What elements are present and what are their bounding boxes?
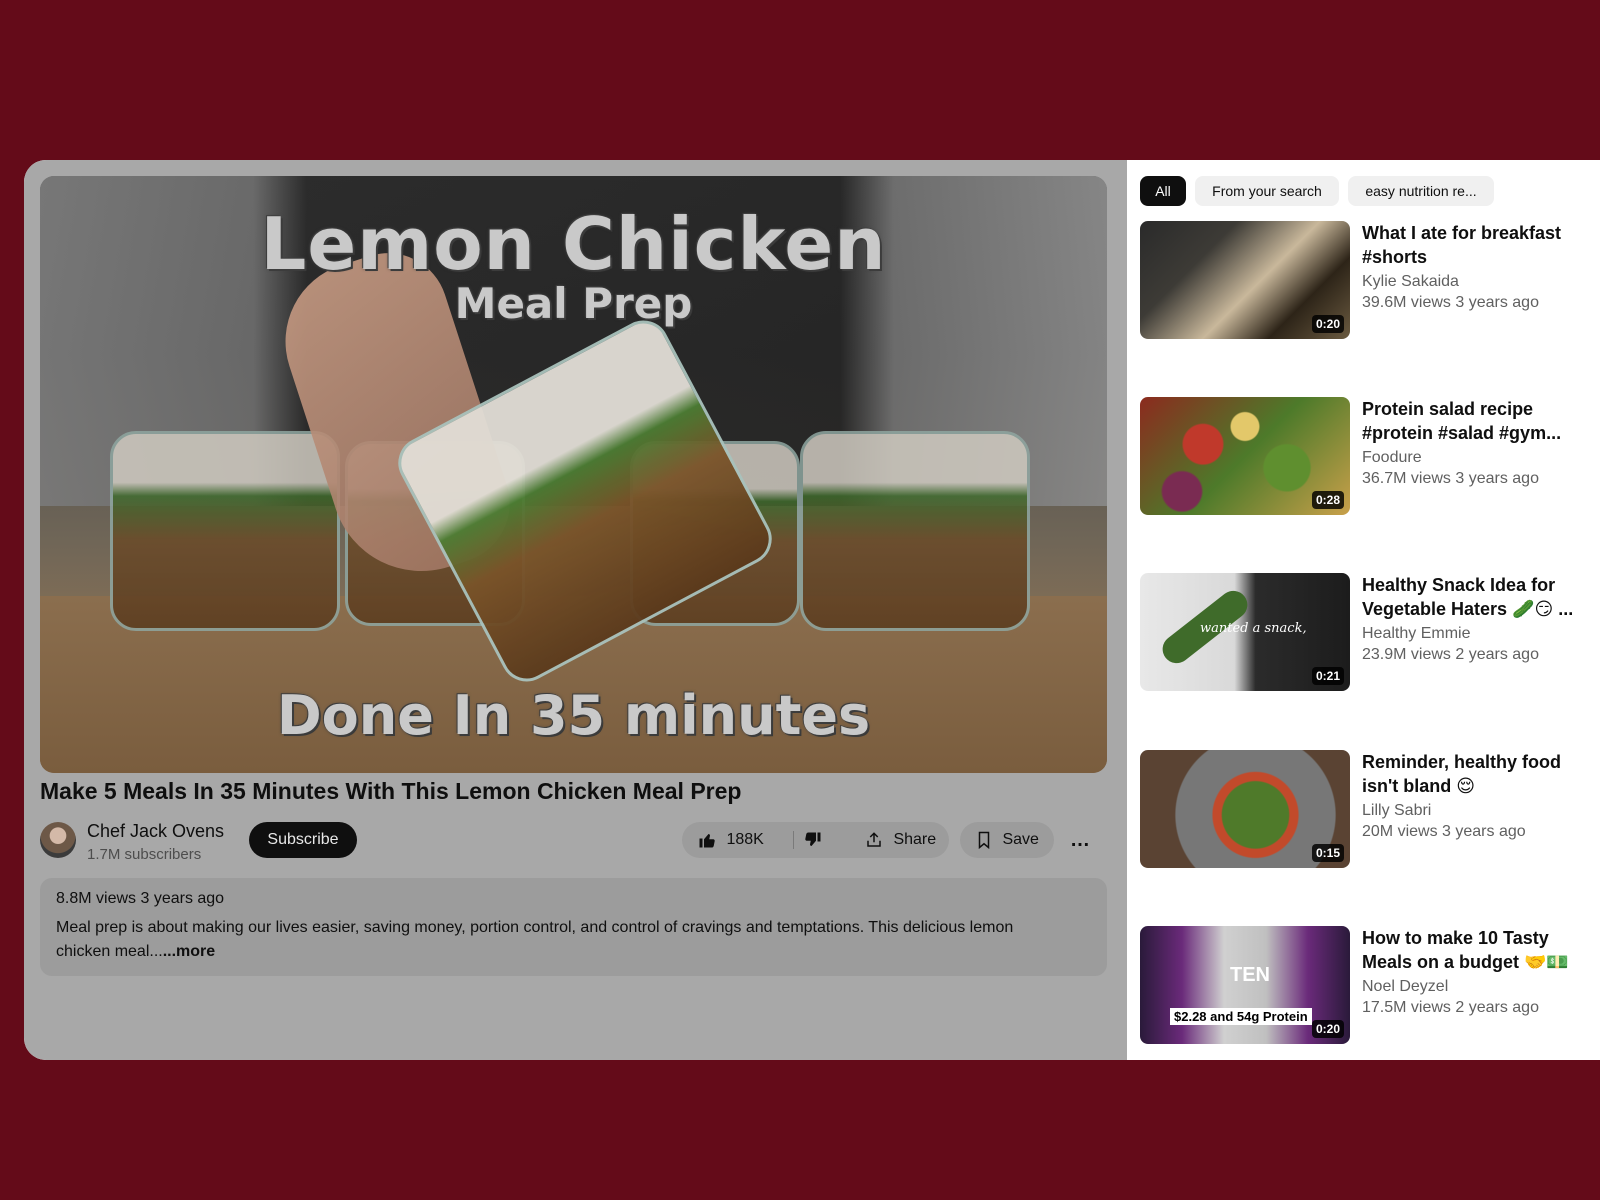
thumbs-up-icon	[698, 831, 720, 848]
recommendation-item[interactable]: 0:15 Reminder, healthy food isn't bland …	[1140, 750, 1600, 870]
meal-container	[800, 431, 1030, 631]
save-label: Save	[1002, 831, 1039, 848]
share-button[interactable]: Share	[849, 822, 949, 858]
meal-container	[110, 431, 340, 631]
recommendation-channel[interactable]: Foodure	[1362, 449, 1422, 467]
share-label: Share	[893, 831, 937, 848]
video-thumbnail[interactable]: wanted a snack, 0:21	[1140, 573, 1350, 691]
recommendation-channel[interactable]: Healthy Emmie	[1362, 625, 1470, 643]
recommendation-title[interactable]: Reminder, healthy food isn't bland 😌	[1362, 750, 1590, 798]
recommendation-meta: 39.6M views 3 years ago	[1362, 294, 1539, 311]
recommendation-meta: 20M views 3 years ago	[1362, 823, 1526, 840]
channel-avatar[interactable]	[40, 822, 76, 858]
recommendation-item[interactable]: 0:28 Protein salad recipe #protein #sala…	[1140, 397, 1600, 517]
video-player[interactable]: Lemon Chicken Meal Prep Done In 35 minut…	[40, 176, 1107, 773]
like-divider	[793, 831, 794, 849]
main-content: Lemon Chicken Meal Prep Done In 35 minut…	[24, 160, 1127, 1060]
video-title: Make 5 Meals In 35 Minutes With This Lem…	[40, 778, 742, 804]
description-text: Meal prep is about making our lives easi…	[56, 916, 1066, 964]
save-button[interactable]: Save	[960, 822, 1054, 858]
recommendation-item[interactable]: wanted a snack, 0:21 Healthy Snack Idea …	[1140, 573, 1600, 693]
overlay-subtitle: Meal Prep	[454, 279, 693, 328]
like-count: 188K	[726, 831, 764, 848]
overlay-bottom-text: Done In 35 minutes	[276, 684, 871, 747]
more-actions-button[interactable]: …	[1062, 822, 1098, 858]
owner-row: Chef Jack Ovens 1.7M subscribers Subscri…	[40, 818, 1107, 863]
description-more-link[interactable]: ...more	[163, 943, 215, 960]
thumbnail-caption: wanted a snack,	[1200, 621, 1307, 636]
description-meta: 8.8M views 3 years ago	[56, 890, 225, 907]
overlay-title: Lemon Chicken	[260, 202, 887, 286]
video-thumbnail[interactable]: 0:28	[1140, 397, 1350, 515]
duration-badge: 0:21	[1311, 667, 1344, 685]
description-box[interactable]: 8.8M views 3 years ago Meal prep is abou…	[40, 878, 1107, 976]
thumbnail-shirt-text: TEN	[1230, 964, 1270, 986]
chip-from-your-search[interactable]: From your search	[1195, 176, 1339, 206]
recommendation-title[interactable]: Protein salad recipe #protein #salad #gy…	[1362, 397, 1590, 445]
subscribe-button[interactable]: Subscribe	[249, 822, 357, 858]
thumbs-down-icon	[804, 831, 822, 848]
recommendation-channel[interactable]: Lilly Sabri	[1362, 802, 1431, 820]
channel-name[interactable]: Chef Jack Ovens	[87, 821, 224, 842]
duration-badge: 0:15	[1311, 844, 1344, 862]
dislike-button[interactable]	[804, 822, 822, 858]
chip-all[interactable]: All	[1140, 176, 1186, 206]
recommendation-item[interactable]: 0:20 What I ate for breakfast #shorts Ky…	[1140, 221, 1600, 341]
app-window: Lemon Chicken Meal Prep Done In 35 minut…	[24, 160, 1600, 1060]
like-button[interactable]: 188K	[698, 822, 764, 858]
video-thumbnail[interactable]: 0:15	[1140, 750, 1350, 868]
share-icon	[865, 831, 887, 848]
recommendation-title[interactable]: What I ate for breakfast #shorts	[1362, 221, 1590, 269]
thumbnail-caption: $2.28 and 54g Protein	[1170, 1008, 1312, 1025]
recommendations-sidebar: All From your search easy nutrition re..…	[1127, 160, 1600, 1060]
recommendation-title[interactable]: How to make 10 Tasty Meals on a budget 🤝…	[1362, 926, 1590, 974]
recommendation-channel[interactable]: Noel Deyzel	[1362, 978, 1448, 996]
duration-badge: 0:20	[1311, 315, 1344, 333]
subscriber-count: 1.7M subscribers	[87, 846, 202, 863]
recommendation-channel[interactable]: Kylie Sakaida	[1362, 273, 1459, 291]
recommendation-meta: 36.7M views 3 years ago	[1362, 470, 1539, 487]
bookmark-icon	[976, 831, 996, 849]
video-thumbnail[interactable]: 0:20	[1140, 221, 1350, 339]
duration-badge: 0:20	[1311, 1020, 1344, 1038]
recommendation-title[interactable]: Healthy Snack Idea for Vegetable Haters …	[1362, 573, 1590, 621]
recommendation-meta: 23.9M views 2 years ago	[1362, 646, 1539, 663]
recommendation-item[interactable]: TEN $2.28 and 54g Protein 0:20 How to ma…	[1140, 926, 1600, 1046]
duration-badge: 0:28	[1311, 491, 1344, 509]
video-thumbnail[interactable]: TEN $2.28 and 54g Protein 0:20	[1140, 926, 1350, 1044]
recommendation-meta: 17.5M views 2 years ago	[1362, 999, 1539, 1016]
chip-easy-nutrition[interactable]: easy nutrition re...	[1348, 176, 1494, 206]
